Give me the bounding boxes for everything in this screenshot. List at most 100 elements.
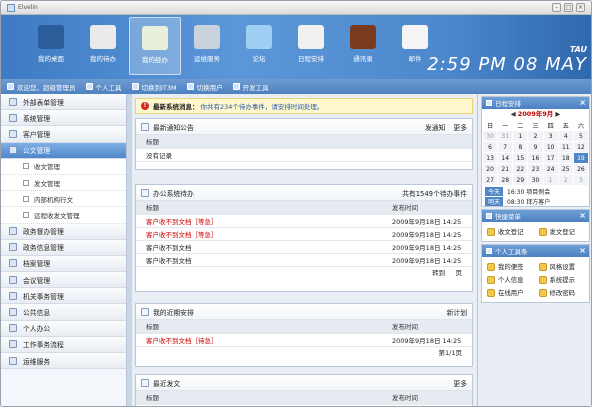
- calendar-day[interactable]: 5: [572, 130, 590, 142]
- close-icon[interactable]: ×: [579, 97, 586, 109]
- nav-item-5[interactable]: 日程安排: [285, 17, 337, 75]
- calendar-day[interactable]: 10: [542, 141, 559, 153]
- table-row[interactable]: 客户收不到文档［等急］ 2009年9月18日 14:25: [136, 227, 472, 241]
- calendar-day[interactable]: 27: [481, 174, 499, 186]
- sidebar-item[interactable]: 公文管理: [1, 142, 126, 159]
- toolbar-item-3[interactable]: 切换用户: [186, 82, 223, 92]
- calendar-day[interactable]: 2: [557, 174, 574, 186]
- minimize-button[interactable]: –: [552, 3, 561, 12]
- sidebar-item[interactable]: 政务督办管理: [1, 223, 126, 240]
- calendar-day[interactable]: 3: [542, 130, 559, 142]
- alert-message[interactable]: 你共有234个待办事件，请安排时间处理。: [201, 101, 324, 111]
- calendar-day[interactable]: 7: [497, 141, 514, 153]
- calendar-day[interactable]: 22: [512, 163, 529, 175]
- calendar-day[interactable]: 20: [481, 163, 499, 175]
- nav-item-1[interactable]: 我的待办: [77, 17, 129, 75]
- sidebar-item[interactable]: 运维服务: [1, 353, 126, 370]
- today-event[interactable]: 16:30 项目例会: [507, 187, 550, 196]
- sidebar-item[interactable]: 档案管理: [1, 255, 126, 273]
- todo-goto[interactable]: 转到: [432, 269, 445, 277]
- calendar-day[interactable]: 28: [497, 174, 514, 186]
- calendar-day[interactable]: 2: [527, 130, 544, 142]
- toolbar-item-4[interactable]: 开发工具: [232, 82, 269, 92]
- toolbar-item-2[interactable]: 切换到IT3M: [131, 82, 177, 92]
- close-icon[interactable]: ×: [579, 245, 586, 257]
- calendar-day[interactable]: 6: [481, 141, 499, 153]
- sidebar-subitem[interactable]: 内部机构行文: [1, 191, 126, 208]
- recent-more-link[interactable]: 更多: [453, 378, 467, 388]
- calendar-day[interactable]: 24: [542, 163, 559, 175]
- toolbar-item-0[interactable]: 欢迎您，超级管理员: [7, 82, 76, 92]
- calendar-day[interactable]: 21: [497, 163, 514, 175]
- new-plan-link[interactable]: 新计划: [447, 307, 467, 317]
- toolbar-item-1[interactable]: 个人工具: [85, 82, 122, 92]
- prev-month-button[interactable]: ◀: [511, 110, 518, 118]
- post-notice-link[interactable]: 发通知: [425, 122, 445, 132]
- nav-item-4[interactable]: 论坛: [233, 17, 285, 75]
- calendar-day[interactable]: 14: [497, 152, 514, 164]
- row-title[interactable]: 客户收不到文档: [136, 240, 382, 254]
- nav-item-2[interactable]: 我的经办: [129, 17, 181, 75]
- sidebar-item[interactable]: 客户管理: [1, 126, 126, 143]
- calendar-day[interactable]: 12: [572, 141, 590, 153]
- maximize-button[interactable]: □: [564, 3, 573, 12]
- quickmenu-item[interactable]: 发文登记: [536, 225, 588, 238]
- calendar-day[interactable]: 3: [572, 174, 590, 186]
- sidebar-item[interactable]: 会议管理: [1, 272, 126, 289]
- calendar-day[interactable]: 31: [497, 130, 514, 142]
- close-icon[interactable]: ×: [579, 210, 586, 222]
- sidebar-subitem[interactable]: 收文管理: [1, 158, 126, 175]
- nav-item-6[interactable]: 通讯录: [337, 17, 389, 75]
- nav-item-0[interactable]: 我的桌面: [25, 17, 77, 75]
- row-title[interactable]: 客户收不到文档［待急］: [136, 333, 382, 347]
- sidebar-item[interactable]: 公共信息: [1, 304, 126, 321]
- quickmenu-item[interactable]: 收文登记: [484, 225, 536, 238]
- sidebar-item[interactable]: 外部表单管理: [1, 94, 126, 111]
- tools-item[interactable]: 在线用户: [484, 286, 536, 299]
- calendar-day[interactable]: 17: [542, 152, 559, 164]
- calendar-day[interactable]: 15: [512, 152, 529, 164]
- tools-item[interactable]: 修改密码: [536, 286, 588, 299]
- calendar-day[interactable]: 23: [527, 163, 544, 175]
- tools-item[interactable]: 个人信息: [484, 273, 536, 286]
- calendar-day[interactable]: 1: [512, 130, 529, 142]
- tools-item[interactable]: 风格设置: [536, 260, 588, 273]
- tomorrow-button[interactable]: 明天: [485, 196, 504, 206]
- calendar-day[interactable]: 30: [527, 174, 544, 186]
- row-title[interactable]: 客户收不到文档［等急］: [136, 227, 382, 241]
- sidebar-item[interactable]: 工作事务流程: [1, 336, 126, 353]
- sidebar-item[interactable]: 政务信息管理: [1, 239, 126, 256]
- table-row[interactable]: 客户收不到文档［等急］ 2009年9月18日 14:25: [136, 214, 472, 228]
- calendar-day[interactable]: 18: [557, 152, 574, 164]
- calendar-day[interactable]: 1: [542, 174, 559, 186]
- tomorrow-event[interactable]: 08:30 拜方客户: [507, 197, 550, 206]
- calendar-day[interactable]: 16: [527, 152, 544, 164]
- table-row[interactable]: 客户收不到文档 2009年9月18日 14:25: [136, 253, 472, 267]
- row-title[interactable]: 客户收不到文档: [136, 253, 382, 267]
- row-title[interactable]: 客户收不到文档［等急］: [136, 214, 382, 228]
- calendar-day[interactable]: 13: [481, 152, 499, 164]
- calendar-day[interactable]: 9: [527, 141, 544, 153]
- calendar-day[interactable]: 4: [557, 130, 574, 142]
- calendar-day[interactable]: 26: [572, 163, 590, 175]
- sidebar-item[interactable]: 个人办公: [1, 320, 126, 337]
- notice-more-link[interactable]: 更多: [453, 122, 467, 132]
- calendar-day[interactable]: 29: [512, 174, 529, 186]
- sidebar-subitem[interactable]: 远程收发文管理: [1, 207, 126, 224]
- calendar-day[interactable]: 8: [512, 141, 529, 153]
- calendar-day[interactable]: 25: [557, 163, 574, 175]
- calendar-day[interactable]: 19: [572, 152, 590, 164]
- next-month-button[interactable]: ▶: [555, 110, 560, 118]
- calendar-day[interactable]: 30: [481, 130, 499, 142]
- calendar-day[interactable]: 11: [557, 141, 574, 153]
- table-row[interactable]: 客户收不到文档［待急］ 2009年9月18日 14:25: [136, 333, 472, 347]
- sidebar-item[interactable]: 系统管理: [1, 110, 126, 127]
- sidebar-subitem[interactable]: 发文管理: [1, 174, 126, 192]
- sidebar-item[interactable]: 机关事务管理: [1, 288, 126, 305]
- tools-item[interactable]: 我的便签: [484, 260, 536, 273]
- nav-item-3[interactable]: 运维服务: [181, 17, 233, 75]
- table-row[interactable]: 客户收不到文档 2009年9月18日 14:25: [136, 240, 472, 254]
- today-button[interactable]: 今天: [485, 186, 504, 196]
- close-button[interactable]: ×: [576, 3, 585, 12]
- tools-item[interactable]: 系统提示: [536, 273, 588, 286]
